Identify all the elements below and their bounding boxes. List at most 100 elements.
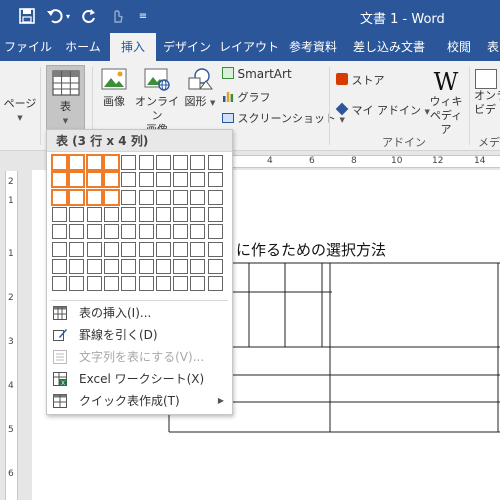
table-grid-cell[interactable]: [86, 224, 102, 240]
table-grid-cell[interactable]: [69, 276, 85, 292]
wikipedia-button[interactable]: W ウィキ ペディア: [426, 69, 466, 137]
tab-layout[interactable]: レイアウト: [218, 33, 280, 61]
table-grid-cell[interactable]: [207, 155, 223, 170]
table-grid-cell[interactable]: [173, 189, 189, 205]
table-grid-cell[interactable]: [138, 241, 154, 257]
table-grid-cell[interactable]: [155, 276, 171, 292]
online-image-button[interactable]: オンライン 画像: [134, 67, 180, 137]
table-grid-cell[interactable]: [190, 172, 206, 188]
table-grid-cell[interactable]: [121, 258, 137, 274]
vertical-ruler[interactable]: 2 1 1 2 3 4 5 6: [0, 151, 22, 500]
tab-references[interactable]: 参考資料: [284, 33, 342, 61]
tab-review[interactable]: 校閲: [436, 33, 482, 61]
table-grid-cell[interactable]: [121, 276, 137, 292]
graph-button[interactable]: グラフ: [222, 90, 302, 105]
table-grid-cell[interactable]: [155, 258, 171, 274]
table-grid-cell[interactable]: [173, 224, 189, 240]
table-grid-cell[interactable]: [85, 154, 103, 171]
table-grid-cell[interactable]: [69, 224, 85, 240]
table-grid-cell[interactable]: [207, 189, 223, 205]
table-grid-cell[interactable]: [121, 224, 137, 240]
table-grid-cell[interactable]: [138, 172, 154, 188]
table-grid-cell[interactable]: [207, 172, 223, 188]
table-grid-cell[interactable]: [86, 258, 102, 274]
table-grid-cell[interactable]: [68, 171, 86, 189]
table-grid-cell[interactable]: [190, 241, 206, 257]
table-grid-cell[interactable]: [121, 155, 137, 170]
table-button[interactable]: 表 ▼: [46, 65, 85, 131]
menu-item-draw-table[interactable]: 罫線を引く(D): [49, 324, 230, 346]
table-grid-cell[interactable]: [155, 189, 171, 205]
repeat-icon[interactable]: [78, 5, 100, 27]
table-grid-cell[interactable]: [52, 276, 67, 292]
table-grid-cell[interactable]: [69, 206, 85, 222]
menu-item-excel-worksheet[interactable]: X Excel ワークシート(X): [49, 368, 230, 390]
table-grid-cell[interactable]: [121, 189, 137, 205]
image-button[interactable]: 画像: [96, 67, 132, 109]
table-grid-cell[interactable]: [85, 171, 103, 189]
table-grid-cell[interactable]: [155, 155, 171, 170]
menu-item-quick-tables[interactable]: クイック表作成(T) ▶: [49, 390, 230, 412]
table-grid-cell[interactable]: [102, 171, 120, 189]
table-grid-cell[interactable]: [86, 241, 102, 257]
table-grid-cell[interactable]: [190, 258, 206, 274]
table-grid-cell[interactable]: [51, 154, 68, 171]
table-grid-cell[interactable]: [69, 258, 85, 274]
table-grid-cell[interactable]: [155, 206, 171, 222]
table-grid-cell[interactable]: [173, 206, 189, 222]
table-grid-cell[interactable]: [207, 276, 223, 292]
online-video-button[interactable]: オンライ ビデ: [474, 69, 500, 117]
table-grid-cell[interactable]: [121, 241, 137, 257]
table-grid-cell[interactable]: [190, 189, 206, 205]
table-grid-cell[interactable]: [207, 206, 223, 222]
tab-design[interactable]: デザイン: [160, 33, 214, 61]
pages-button[interactable]: ページ ▼: [2, 97, 38, 125]
menu-item-insert-table[interactable]: 表の挿入(I)...: [49, 302, 230, 324]
table-grid-cell[interactable]: [85, 188, 103, 206]
tab-home[interactable]: ホーム: [58, 33, 108, 61]
table-grid-cell[interactable]: [138, 224, 154, 240]
table-grid-cell[interactable]: [86, 206, 102, 222]
tab-file[interactable]: ファイル: [0, 33, 56, 61]
store-button[interactable]: ストア: [336, 73, 396, 88]
table-grid-cell[interactable]: [190, 155, 206, 170]
table-grid-cell[interactable]: [103, 206, 119, 222]
table-grid-cell[interactable]: [207, 241, 223, 257]
save-icon[interactable]: [16, 5, 38, 27]
table-grid-cell[interactable]: [86, 276, 102, 292]
table-grid-cell[interactable]: [173, 276, 189, 292]
table-grid-cell[interactable]: [155, 241, 171, 257]
table-grid-cell[interactable]: [52, 206, 67, 222]
table-grid-cell[interactable]: [138, 155, 154, 170]
table-grid-cell[interactable]: [190, 276, 206, 292]
table-grid-cell[interactable]: [207, 224, 223, 240]
table-grid-cell[interactable]: [121, 172, 137, 188]
tab-view[interactable]: 表: [486, 33, 500, 61]
table-grid-cell[interactable]: [207, 258, 223, 274]
table-grid-cell[interactable]: [173, 258, 189, 274]
table-grid-cell[interactable]: [103, 276, 119, 292]
table-grid-cell[interactable]: [103, 258, 119, 274]
table-grid-cell[interactable]: [68, 154, 86, 171]
table-grid-cell[interactable]: [51, 188, 68, 206]
tab-mailings[interactable]: 差し込み文書: [346, 33, 432, 61]
table-grid-cell[interactable]: [103, 241, 119, 257]
table-grid-cell[interactable]: [190, 224, 206, 240]
table-grid-cell[interactable]: [155, 224, 171, 240]
table-grid-cell[interactable]: [138, 258, 154, 274]
table-grid-cell[interactable]: [138, 276, 154, 292]
table-grid-cell[interactable]: [52, 258, 67, 274]
table-grid-cell[interactable]: [69, 241, 85, 257]
table-grid-cell[interactable]: [190, 206, 206, 222]
table-grid-cell[interactable]: [52, 224, 67, 240]
table-grid-cell[interactable]: [121, 206, 137, 222]
table-grid-cell[interactable]: [173, 155, 189, 170]
table-grid-cell[interactable]: [138, 189, 154, 205]
touch-mode-icon[interactable]: [106, 5, 128, 27]
table-grid-cell[interactable]: [173, 241, 189, 257]
table-grid-cell[interactable]: [173, 172, 189, 188]
screenshot-button[interactable]: スクリーンショット ▼: [222, 112, 345, 127]
undo-dropdown-icon[interactable]: ▾: [62, 5, 74, 27]
table-grid-cell[interactable]: [103, 224, 119, 240]
table-grid-cell[interactable]: [102, 154, 120, 171]
